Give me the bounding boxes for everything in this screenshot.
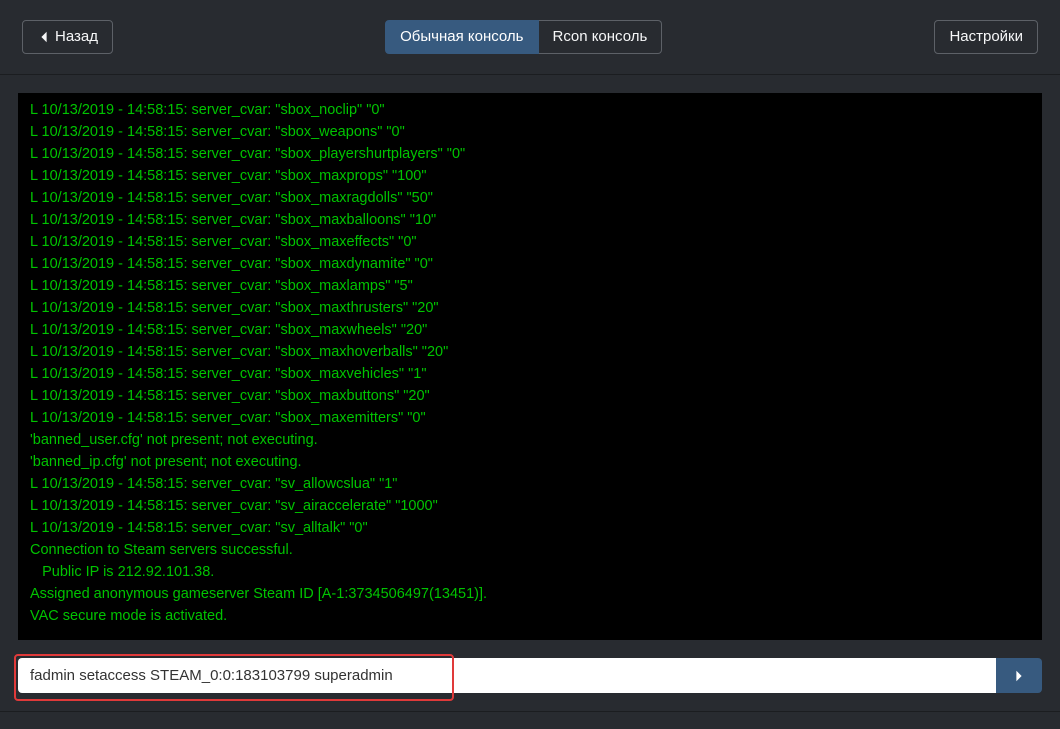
settings-button[interactable]: Настройки [934,20,1038,54]
tab-rcon-console[interactable]: Rcon консоль [539,20,663,54]
console-line: L 10/13/2019 - 14:58:15: server_cvar: "s… [30,275,1030,297]
command-input[interactable] [18,658,996,693]
console-line: L 10/13/2019 - 14:58:15: server_cvar: "s… [30,121,1030,143]
console-line: L 10/13/2019 - 14:58:15: server_cvar: "s… [30,143,1030,165]
console-line: L 10/13/2019 - 14:58:15: server_cvar: "s… [30,319,1030,341]
back-button[interactable]: Назад [22,20,113,54]
console-line: L 10/13/2019 - 14:58:15: server_cvar: "s… [30,341,1030,363]
console-line: L 10/13/2019 - 14:58:15: server_cvar: "s… [30,99,1030,121]
console-line: L 10/13/2019 - 14:58:15: server_cvar: "s… [30,385,1030,407]
console-line: L 10/13/2019 - 14:58:15: server_cvar: "s… [30,187,1030,209]
console-line: L 10/13/2019 - 14:58:15: server_cvar: "s… [30,407,1030,429]
send-button[interactable] [996,658,1042,693]
console-line: L 10/13/2019 - 14:58:15: server_cvar: "s… [30,253,1030,275]
topbar: Назад Обычная консоль Rcon консоль Настр… [0,0,1060,74]
chevron-right-icon [1012,669,1026,683]
console-line: L 10/13/2019 - 14:58:15: server_cvar: "s… [30,517,1030,539]
content-area: L 10/13/2019 - 14:58:15: server_cvar: "s… [0,74,1060,712]
tab-standard-console[interactable]: Обычная консоль [385,20,538,54]
console-line: L 10/13/2019 - 14:58:15: server_cvar: "s… [30,495,1030,517]
console-tabs: Обычная консоль Rcon консоль [385,20,662,54]
console-output[interactable]: L 10/13/2019 - 14:58:15: server_cvar: "s… [18,93,1042,640]
console-line: L 10/13/2019 - 14:58:15: server_cvar: "s… [30,209,1030,231]
back-label: Назад [55,28,98,46]
console-line: L 10/13/2019 - 14:58:15: server_cvar: "s… [30,297,1030,319]
chevron-left-icon [37,30,51,44]
console-line: Public IP is 212.92.101.38. [30,561,1030,583]
console-line: L 10/13/2019 - 14:58:15: server_cvar: "s… [30,231,1030,253]
console-line: L 10/13/2019 - 14:58:15: server_cvar: "s… [30,363,1030,385]
console-line: VAC secure mode is activated. [30,605,1030,627]
console-line: Assigned anonymous gameserver Steam ID [… [30,583,1030,605]
console-line: L 10/13/2019 - 14:58:15: server_cvar: "s… [30,165,1030,187]
console-line: L 10/13/2019 - 14:58:15: server_cvar: "s… [30,473,1030,495]
command-input-row [18,658,1042,693]
console-line: 'banned_user.cfg' not present; not execu… [30,429,1030,451]
console-line: 'banned_ip.cfg' not present; not executi… [30,451,1030,473]
console-line: Connection to Steam servers successful. [30,539,1030,561]
